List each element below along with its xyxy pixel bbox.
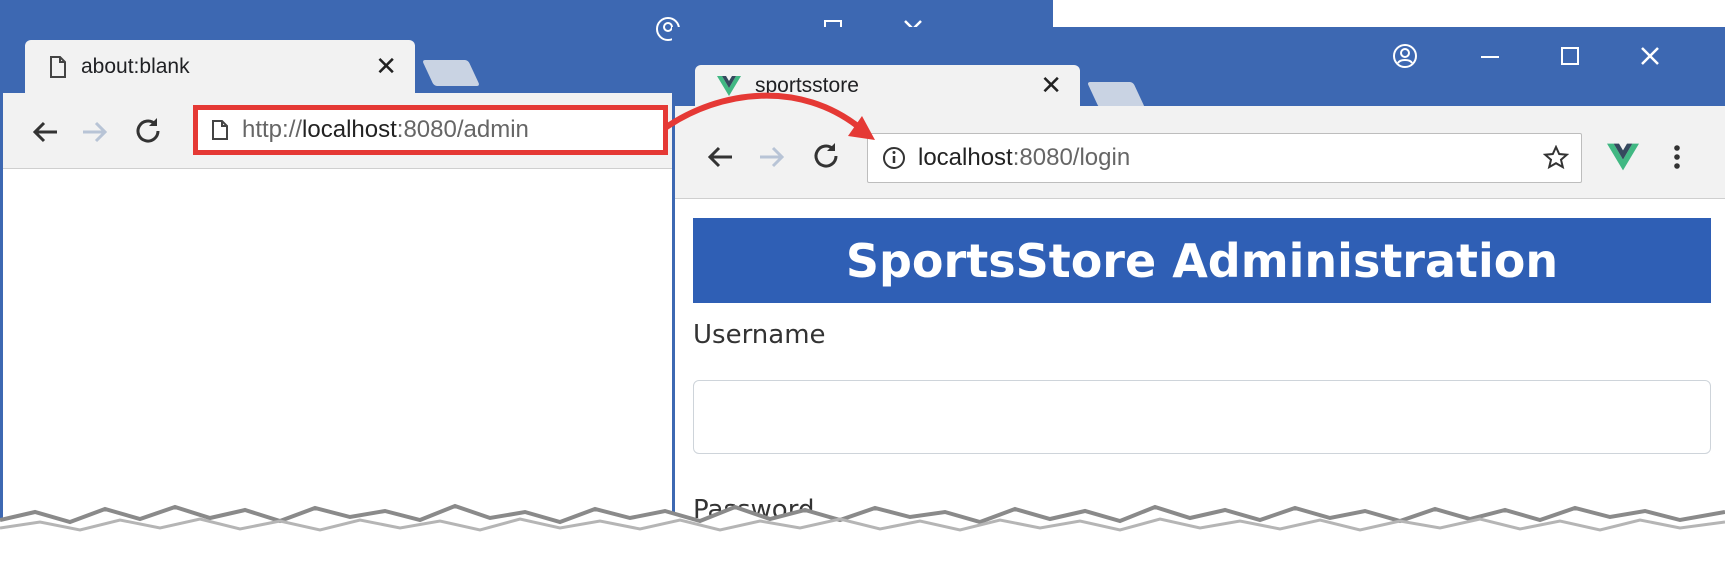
page-icon bbox=[49, 55, 67, 78]
minimize-icon[interactable] bbox=[1475, 41, 1505, 71]
browser-window-login: sportsstore ✕ localhost:8080/login Spor… bbox=[672, 27, 1725, 573]
close-window-icon[interactable] bbox=[1635, 41, 1665, 71]
forward-arrow-icon[interactable] bbox=[755, 140, 789, 174]
page-title: SportsStore Administration bbox=[693, 218, 1711, 303]
new-tab-button[interactable] bbox=[421, 60, 481, 86]
tab-title: about:blank bbox=[81, 54, 190, 78]
url-port-path: :8080/login bbox=[1012, 144, 1131, 171]
url-host: localhost bbox=[302, 116, 397, 143]
tab-close-icon[interactable]: ✕ bbox=[1040, 73, 1062, 99]
tab-sportsstore[interactable]: sportsstore ✕ bbox=[695, 65, 1080, 107]
username-label: Username bbox=[693, 320, 826, 350]
address-bar[interactable]: http://localhost:8080/admin bbox=[193, 105, 668, 155]
tab-title: sportsstore bbox=[755, 74, 859, 97]
password-label: Password bbox=[693, 495, 815, 525]
page-icon bbox=[212, 120, 228, 140]
forward-arrow-icon[interactable] bbox=[78, 115, 112, 149]
url-host: localhost bbox=[918, 144, 1013, 171]
reload-icon[interactable] bbox=[130, 113, 166, 149]
back-arrow-icon[interactable] bbox=[703, 140, 737, 174]
title-bar: sportsstore ✕ bbox=[675, 27, 1725, 108]
star-icon[interactable] bbox=[1543, 145, 1569, 171]
new-tab-button[interactable] bbox=[1086, 82, 1146, 108]
back-arrow-icon[interactable] bbox=[28, 115, 62, 149]
address-bar[interactable]: localhost:8080/login bbox=[867, 133, 1582, 183]
reload-icon[interactable] bbox=[808, 138, 844, 174]
username-field[interactable] bbox=[693, 380, 1711, 454]
profile-icon[interactable] bbox=[1390, 41, 1420, 71]
maximize-icon[interactable] bbox=[1555, 41, 1585, 71]
vue-logo-icon[interactable] bbox=[1603, 140, 1643, 174]
url-port-path: :8080/admin bbox=[396, 116, 529, 143]
toolbar: localhost:8080/login bbox=[675, 106, 1725, 199]
tab-about-blank[interactable]: about:blank ✕ bbox=[25, 40, 415, 93]
url-scheme: http:// bbox=[242, 116, 303, 143]
info-icon[interactable] bbox=[882, 146, 906, 170]
kebab-menu-icon[interactable] bbox=[1665, 140, 1689, 174]
tab-close-icon[interactable]: ✕ bbox=[375, 54, 397, 80]
vue-logo-icon bbox=[717, 76, 741, 96]
